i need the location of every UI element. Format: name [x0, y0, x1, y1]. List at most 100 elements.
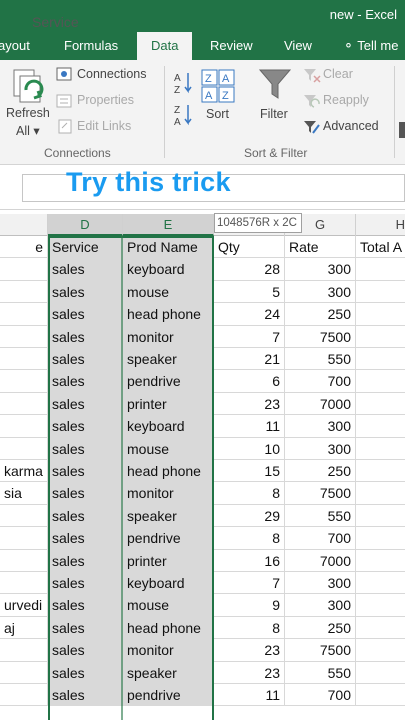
cell-prod-name[interactable]: keyboard	[123, 415, 214, 438]
cell-rate[interactable]: 7000	[285, 549, 356, 572]
cell-rate[interactable]: 700	[285, 370, 356, 393]
cell-c[interactable]	[0, 684, 48, 707]
column-header-e[interactable]: E	[123, 214, 214, 236]
cell-prod-name[interactable]: keyboard	[123, 258, 214, 281]
cell-prod-name[interactable]: head phone	[123, 303, 214, 326]
sort-descending-icon[interactable]: Z A	[172, 102, 194, 128]
cell-total[interactable]	[356, 438, 405, 460]
cell-qty[interactable]: 29	[214, 504, 285, 528]
tab-page-layout[interactable]: ayout	[0, 38, 30, 53]
cell-qty[interactable]: 8	[214, 527, 285, 550]
cell-service[interactable]: sales	[48, 415, 123, 438]
sort-ascending-icon[interactable]: A Z	[172, 70, 194, 96]
tab-view[interactable]: View	[284, 38, 312, 53]
cell-qty[interactable]: 11	[214, 684, 285, 707]
cell-qty[interactable]: 5	[214, 280, 285, 304]
cell-qty[interactable]: 28	[214, 258, 285, 281]
tab-formulas[interactable]: Formulas	[64, 38, 118, 53]
cell-total[interactable]	[356, 326, 405, 348]
cell-c[interactable]	[0, 661, 48, 684]
cell-qty[interactable]: 7	[214, 325, 285, 348]
cell-c[interactable]	[0, 348, 48, 371]
cell-rate[interactable]: 700	[285, 527, 356, 550]
cell-prod-name[interactable]: pendrive	[123, 527, 214, 550]
cell-c[interactable]	[0, 392, 48, 416]
cell-service[interactable]: sales	[48, 684, 123, 707]
cell-total[interactable]	[356, 594, 405, 616]
cell-rate[interactable]: 300	[285, 280, 356, 304]
cell-qty[interactable]: 8	[214, 616, 285, 640]
cell-total[interactable]	[356, 550, 405, 572]
cell-prod-name[interactable]: printer	[123, 549, 214, 572]
cell-c[interactable]	[0, 639, 48, 662]
cell-prod-name[interactable]: monitor	[123, 639, 214, 662]
cell-service[interactable]: sales	[48, 348, 123, 371]
cell-c[interactable]	[0, 572, 48, 595]
cell-rate[interactable]: 250	[285, 616, 356, 640]
cell-rate[interactable]: 550	[285, 504, 356, 528]
cell-qty[interactable]: 21	[214, 348, 285, 371]
cell-rate[interactable]: 250	[285, 303, 356, 326]
cell-rate[interactable]: 7500	[285, 325, 356, 348]
cell-service[interactable]: sales	[48, 370, 123, 393]
cell-rate[interactable]: 300	[285, 437, 356, 460]
cell-prod-name[interactable]: speaker	[123, 348, 214, 371]
cell-c[interactable]	[0, 280, 48, 304]
cell-c[interactable]: urvedi	[0, 594, 48, 617]
cell-qty[interactable]: 8	[214, 482, 285, 505]
cell-qty[interactable]: 6	[214, 370, 285, 393]
cell-qty[interactable]: 15	[214, 460, 285, 483]
cell-qty[interactable]: 23	[214, 392, 285, 416]
cell-qty[interactable]: 9	[214, 594, 285, 617]
cell-total[interactable]	[356, 482, 405, 504]
tab-data[interactable]: Data	[137, 32, 193, 60]
column-title[interactable]: Total A	[356, 236, 405, 258]
cell-qty[interactable]: 16	[214, 549, 285, 572]
cell-total[interactable]	[356, 370, 405, 392]
cell-c[interactable]	[0, 258, 48, 281]
cell-total[interactable]	[356, 639, 405, 661]
cell-service[interactable]: sales	[48, 661, 123, 684]
cell-qty[interactable]: 10	[214, 437, 285, 460]
cell-rate[interactable]: 300	[285, 594, 356, 617]
cell-prod-name[interactable]: pendrive	[123, 370, 214, 393]
cell-total[interactable]	[356, 460, 405, 482]
cell-service[interactable]: sales	[48, 258, 123, 281]
cell-rate[interactable]: 250	[285, 460, 356, 483]
cell-service[interactable]: sales	[48, 504, 123, 528]
cell-total[interactable]	[356, 505, 405, 527]
tab-tell-me[interactable]: ⚬ Tell me	[343, 38, 398, 54]
cell-c[interactable]: karma	[0, 460, 48, 483]
column-header-c[interactable]	[0, 214, 48, 236]
text-to-columns-icon[interactable]	[399, 122, 405, 138]
cell-c[interactable]	[0, 437, 48, 460]
cell-rate[interactable]: 300	[285, 258, 356, 281]
cell-prod-name[interactable]: monitor	[123, 482, 214, 505]
cell-total[interactable]	[356, 572, 405, 594]
cell-service[interactable]: sales	[48, 572, 123, 595]
cell-service[interactable]: sales	[48, 460, 123, 483]
cell-total[interactable]	[356, 281, 405, 303]
cell-c[interactable]	[0, 415, 48, 438]
cell-prod-name[interactable]: keyboard	[123, 572, 214, 595]
cell-prod-name[interactable]: speaker	[123, 661, 214, 684]
column-title[interactable]: Prod Name	[123, 236, 214, 259]
cell-total[interactable]	[356, 527, 405, 549]
cell-prod-name[interactable]: printer	[123, 392, 214, 416]
cell-rate[interactable]: 7500	[285, 639, 356, 662]
cell-rate[interactable]: 7000	[285, 392, 356, 416]
cell-service[interactable]: sales	[48, 549, 123, 572]
column-header-h[interactable]: H	[356, 214, 405, 236]
cell-prod-name[interactable]: pendrive	[123, 684, 214, 707]
cell-service[interactable]: sales	[48, 303, 123, 326]
cell-prod-name[interactable]: mouse	[123, 437, 214, 460]
cell-total[interactable]	[356, 617, 405, 639]
cell-c[interactable]	[0, 527, 48, 550]
cell-total[interactable]	[356, 684, 405, 706]
column-title[interactable]: Rate	[285, 236, 356, 259]
cell-prod-name[interactable]: monitor	[123, 325, 214, 348]
cell-rate[interactable]: 550	[285, 348, 356, 371]
cell-service[interactable]: sales	[48, 325, 123, 348]
cell-c[interactable]	[0, 549, 48, 572]
cell-total[interactable]	[356, 393, 405, 415]
